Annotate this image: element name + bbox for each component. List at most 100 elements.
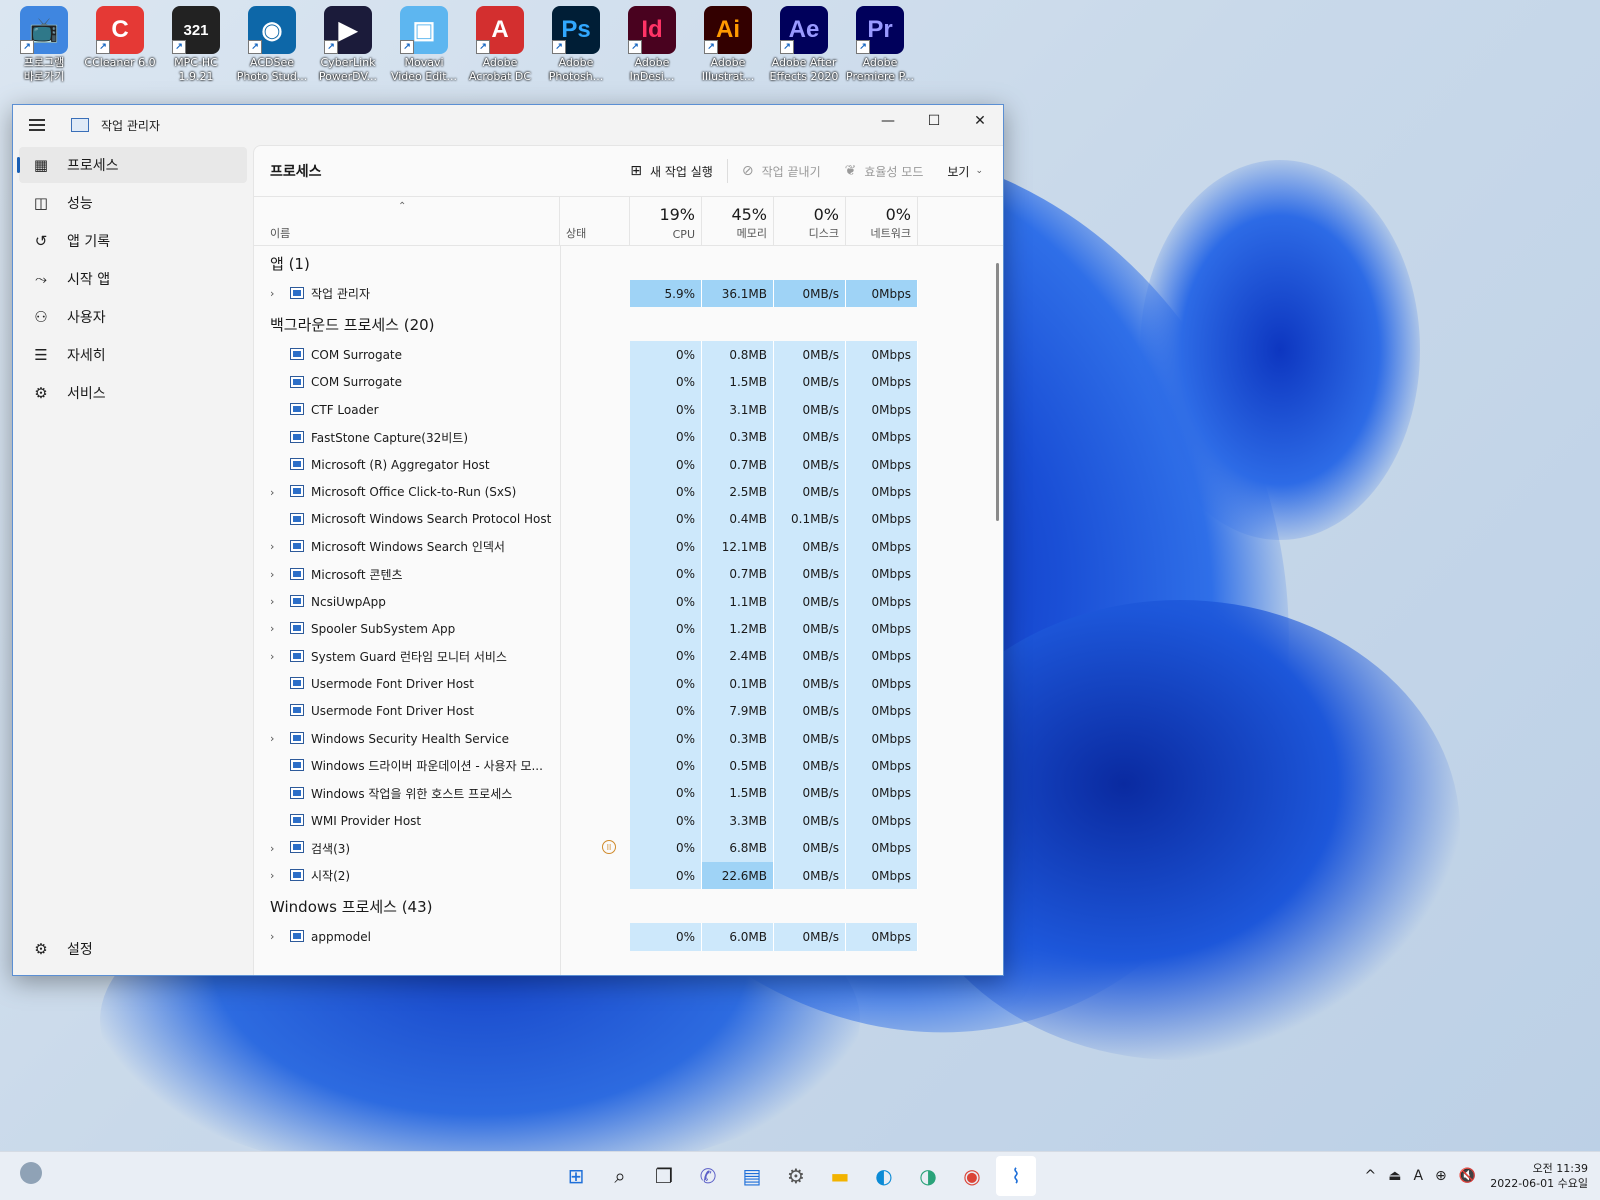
table-row[interactable]: COM Surrogate 0% 0.8MB 0MB/s 0Mbps <box>254 341 989 369</box>
minimize-button[interactable]: — <box>865 105 911 137</box>
nav-item[interactable]: ☰ 자세히 <box>19 337 247 373</box>
table-row[interactable]: Microsoft Windows Search Protocol Host 0%… <box>254 505 989 534</box>
desktop-shortcut[interactable]: C ↗ CCleaner 6.0 <box>82 6 158 90</box>
group-header[interactable]: 앱 (1) <box>254 246 989 280</box>
desktop-shortcut[interactable]: ▣ ↗ Movavi Video Edit... <box>386 6 462 90</box>
title-bar[interactable]: 작업 관리자 — ☐ ✕ <box>13 105 1003 145</box>
run-new-task-button[interactable]: ⊞ 새 작업 실행 <box>618 156 725 186</box>
column-header-disk[interactable]: 0% 디스크 <box>774 197 846 245</box>
network-icon[interactable]: ⊕ <box>1435 1168 1447 1184</box>
expand-chevron-icon[interactable]: › <box>270 615 274 642</box>
desktop-shortcut[interactable]: Pr ↗ Adobe Premiere P... <box>842 6 918 90</box>
efficiency-mode-button[interactable]: ❦ 효율성 모드 <box>833 156 936 186</box>
table-row[interactable]: › Microsoft Windows Search 인덱서 0% 12.1MB 0MB… <box>254 533 989 561</box>
edge-beta-icon[interactable]: ◑ <box>908 1156 948 1196</box>
nav-item[interactable]: ⚇ 사용자 <box>19 299 247 335</box>
expand-chevron-icon[interactable]: › <box>270 725 274 752</box>
task-manager-window: 작업 관리자 — ☐ ✕ ▦ 프로세스 ◫ 성능 ↺ 앱 기록 ⤳ 시작 앱 ⚇ 사용자 ☰ 자세히 ⚙… <box>12 104 1004 976</box>
net-value: 0Mbps <box>846 341 918 369</box>
process-icon <box>290 287 304 299</box>
group-header[interactable]: Windows 프로세스 (43) <box>254 889 989 923</box>
widgets-icon[interactable] <box>20 1162 42 1184</box>
table-row[interactable]: › Spooler SubSystem App 0% 1.2MB 0MB/s 0Mbps <box>254 615 989 643</box>
table-row[interactable]: › NcsiUwpApp 0% 1.1MB 0MB/s 0Mbps <box>254 587 989 616</box>
mem-value: 6.0MB <box>702 923 774 951</box>
start-icon[interactable]: ⊞ <box>556 1156 596 1196</box>
table-row[interactable]: Usermode Font Driver Host 0% 7.9MB 0MB/s 0Mb… <box>254 697 989 725</box>
table-row[interactable]: FastStone Capture(32비트) 0% 0.3MB 0MB/s 0Mbps <box>254 423 989 451</box>
expand-chevron-icon[interactable]: › <box>270 561 274 588</box>
vertical-scrollbar[interactable] <box>996 263 999 521</box>
end-task-button[interactable]: ⊘ 작업 끝내기 <box>730 156 833 186</box>
desktop-shortcut[interactable]: 📺 ↗ 프로그램 바로가기 <box>6 6 82 90</box>
nav-item[interactable]: ↺ 앱 기록 <box>19 223 247 259</box>
nav-item[interactable]: ◫ 성능 <box>19 185 247 221</box>
table-row[interactable]: Windows 작업을 위한 호스트 프로세스 0% 1.5MB 0MB/s 0Mbps <box>254 779 989 808</box>
nav-item-settings[interactable]: ⚙ 설정 <box>19 931 247 967</box>
show-hidden-icons-chevron-icon[interactable]: ^ <box>1364 1168 1376 1184</box>
hamburger-menu-button[interactable] <box>17 105 57 145</box>
desktop-shortcut[interactable]: A ↗ Adobe Acrobat DC <box>462 6 538 90</box>
expand-chevron-icon[interactable]: › <box>270 862 274 889</box>
table-row[interactable]: Windows 드라이버 파운데이션 - 사용자 모... 0% 0.5MB 0MB/… <box>254 752 989 780</box>
table-row[interactable]: Microsoft (R) Aggregator Host 0% 0.7MB 0MB/… <box>254 450 989 479</box>
explorer-icon[interactable]: ▬ <box>820 1156 860 1196</box>
window-title: 작업 관리자 <box>101 118 161 133</box>
expand-chevron-icon[interactable]: › <box>270 533 274 560</box>
chat-icon[interactable]: ✆ <box>688 1156 728 1196</box>
usb-device-icon[interactable]: ⏏ <box>1388 1168 1401 1184</box>
desktop-shortcut[interactable]: ▶ ↗ CyberLink PowerDV... <box>310 6 386 90</box>
table-row[interactable]: CTF Loader 0% 3.1MB 0MB/s 0Mbps <box>254 396 989 424</box>
column-header-cpu[interactable]: 19% CPU <box>630 197 702 245</box>
net-value: 0Mbps <box>846 505 918 534</box>
column-header-network[interactable]: 0% 네트워크 <box>846 197 918 245</box>
close-button[interactable]: ✕ <box>957 105 1003 137</box>
desktop-shortcut[interactable]: ◉ ↗ ACDSee Photo Stud... <box>234 6 310 90</box>
desktop-shortcut[interactable]: Ps ↗ Adobe Photosh... <box>538 6 614 90</box>
group-header[interactable]: 백그라운드 프로세스 (20) <box>254 307 989 341</box>
column-header-memory[interactable]: 45% 메모리 <box>702 197 774 245</box>
table-row[interactable]: COM Surrogate 0% 1.5MB 0MB/s 0Mbps <box>254 368 989 397</box>
clock[interactable]: 오전 11:39 2022-06-01 수요일 <box>1490 1161 1588 1191</box>
nav-item[interactable]: ⚙ 서비스 <box>19 375 247 411</box>
table-row[interactable]: › Microsoft 콘텐츠 0% 0.7MB 0MB/s 0Mbps <box>254 560 989 588</box>
task-view-icon[interactable]: ❐ <box>644 1156 684 1196</box>
desktop-shortcut[interactable]: 321 ↗ MPC-HC 1.9.21 <box>158 6 234 90</box>
process-icon <box>290 403 304 416</box>
view-menu-button[interactable]: 보기 ⌄ <box>935 156 995 186</box>
table-row[interactable]: › Windows Security Health Service 0% 0.3MB 0… <box>254 724 989 753</box>
expand-chevron-icon[interactable]: › <box>270 834 274 861</box>
table-row[interactable]: Usermode Font Driver Host 0% 0.1MB 0MB/s 0Mb… <box>254 670 989 698</box>
maximize-button[interactable]: ☐ <box>911 105 957 137</box>
table-row[interactable]: › System Guard 런타임 모니터 서비스 0% 2.4MB 0MB/s 0Mb… <box>254 642 989 671</box>
desktop-shortcut[interactable]: Id ↗ Adobe InDesi... <box>614 6 690 90</box>
settings-icon[interactable]: ⚙ <box>776 1156 816 1196</box>
desktop-shortcut[interactable]: Ai ↗ Adobe Illustrat... <box>690 6 766 90</box>
table-row[interactable]: › Microsoft Office Click-to-Run (SxS) 0% 2.… <box>254 478 989 506</box>
nav-item[interactable]: ⤳ 시작 앱 <box>19 261 247 297</box>
search-icon[interactable]: ⌕ <box>600 1156 640 1196</box>
expand-chevron-icon[interactable]: › <box>270 280 274 307</box>
ime-indicator[interactable]: A <box>1413 1168 1423 1184</box>
table-row[interactable]: WMI Provider Host 0% 3.3MB 0MB/s 0Mbps <box>254 807 989 835</box>
mem-value: 0.3MB <box>702 423 774 451</box>
disk-value: 0MB/s <box>774 923 846 951</box>
edge-icon[interactable]: ◐ <box>864 1156 904 1196</box>
nav-item[interactable]: ▦ 프로세스 <box>17 147 247 183</box>
volume-muted-icon[interactable]: 🔇 <box>1459 1168 1476 1184</box>
chrome-icon[interactable]: ◉ <box>952 1156 992 1196</box>
process-name: Microsoft (R) Aggregator Host <box>311 457 490 472</box>
expand-chevron-icon[interactable]: › <box>270 478 274 505</box>
column-header-name[interactable]: 이름 <box>254 197 560 245</box>
column-header-status[interactable]: 상태 <box>560 197 630 245</box>
table-row[interactable]: › 검색(3) ll 0% 6.8MB 0MB/s 0Mbps <box>254 834 989 862</box>
table-row[interactable]: › appmodel 0% 6.0MB 0MB/s 0Mbps <box>254 923 989 951</box>
task-manager-icon[interactable]: ⌇ <box>996 1156 1036 1196</box>
store-icon[interactable]: ▤ <box>732 1156 772 1196</box>
expand-chevron-icon[interactable]: › <box>270 643 274 670</box>
expand-chevron-icon[interactable]: › <box>270 588 274 615</box>
table-row[interactable]: › 작업 관리자 5.9% 36.1MB 0MB/s 0Mbps <box>254 280 989 308</box>
desktop-shortcut[interactable]: Ae ↗ Adobe After Effects 2020 <box>766 6 842 90</box>
table-row[interactable]: › 시작(2) 0% 22.6MB 0MB/s 0Mbps <box>254 861 989 890</box>
expand-chevron-icon[interactable]: › <box>270 923 274 950</box>
